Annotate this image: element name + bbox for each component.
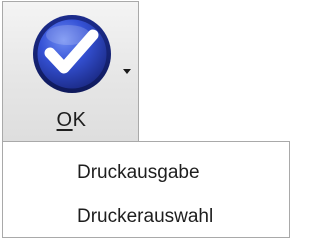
checkmark-circle-icon bbox=[33, 15, 111, 93]
stage: OK Druckausgabe Druckerauswahl bbox=[0, 0, 292, 240]
ok-label-mnemonic: O bbox=[56, 109, 73, 131]
menu-item-druckerauswahl[interactable]: Druckerauswahl bbox=[3, 194, 289, 238]
ok-button-label: OK bbox=[3, 109, 140, 132]
ok-label-rest: K bbox=[72, 109, 87, 131]
menu-item-label: Druckerauswahl bbox=[77, 206, 214, 227]
ok-dropdown-menu: Druckausgabe Druckerauswahl bbox=[2, 141, 290, 238]
menu-item-druckausgabe[interactable]: Druckausgabe bbox=[3, 150, 289, 194]
ok-split-button[interactable]: OK bbox=[2, 1, 139, 141]
menu-item-label: Druckausgabe bbox=[77, 162, 200, 183]
chevron-down-icon[interactable] bbox=[123, 69, 131, 74]
